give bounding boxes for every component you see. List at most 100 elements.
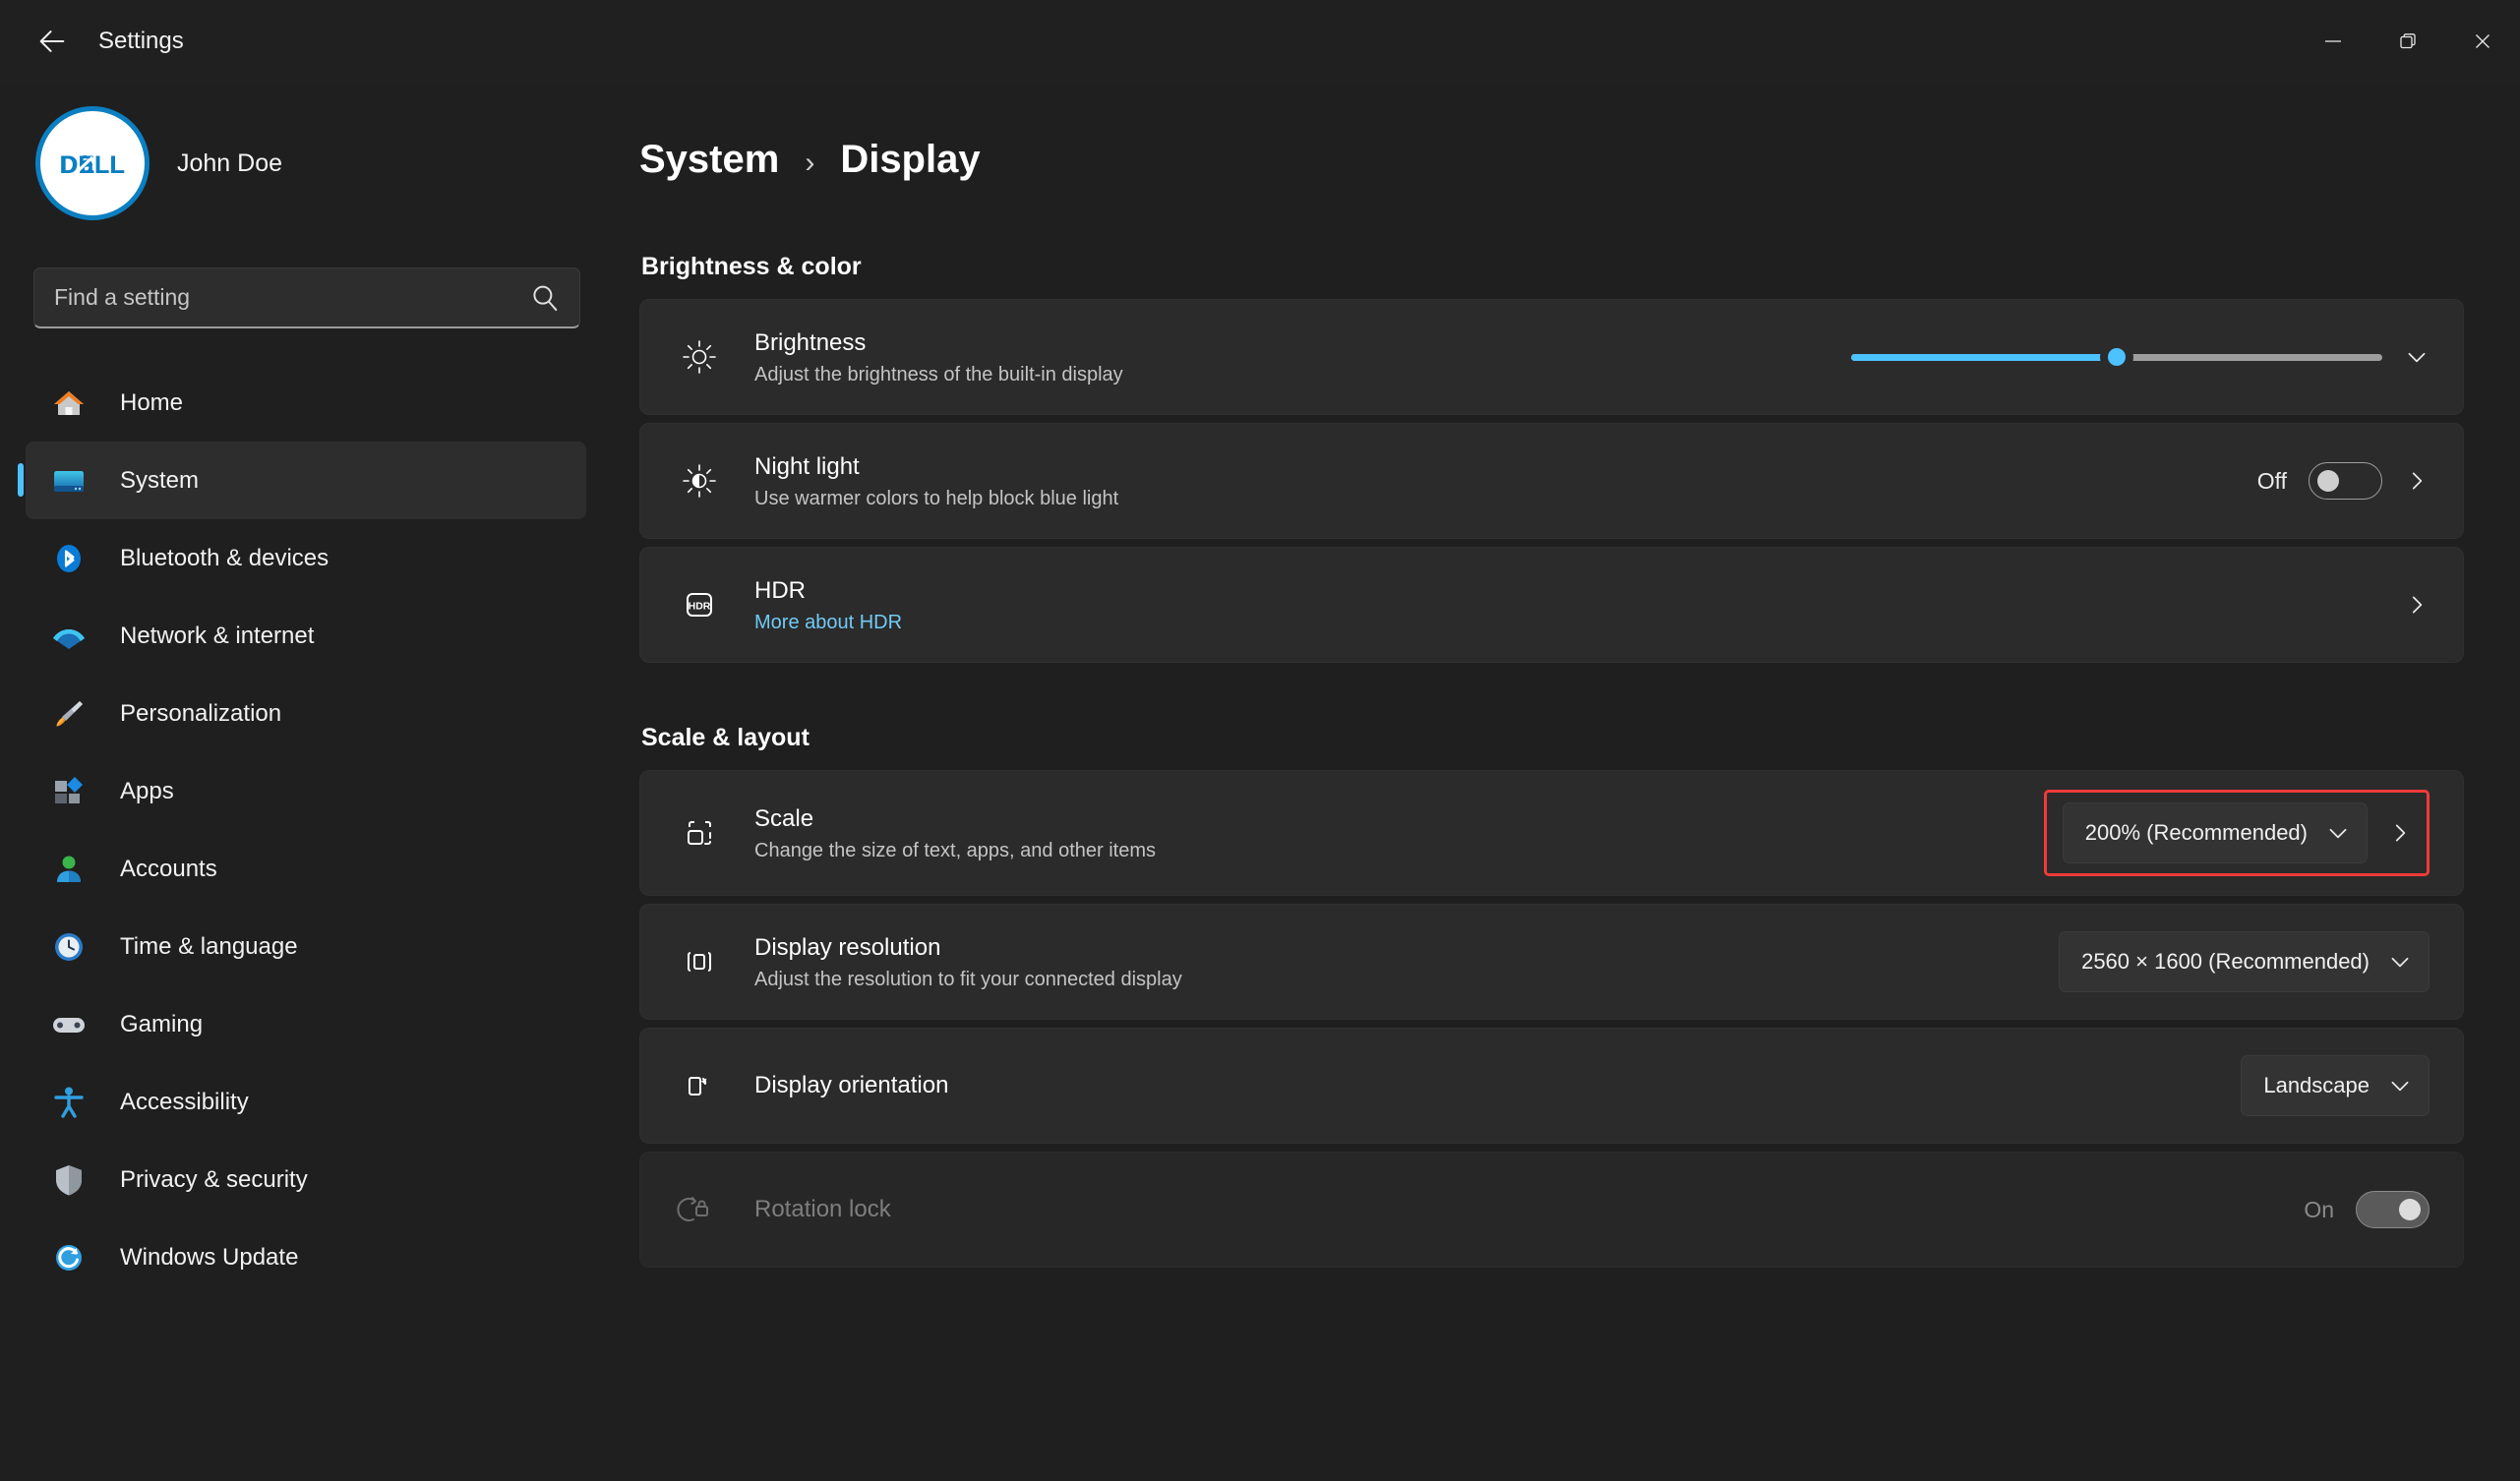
- slider-fill: [1851, 353, 2117, 361]
- hdr-title: HDR: [754, 576, 806, 604]
- rotation-lock-icon: [674, 1184, 725, 1235]
- paintbrush-icon: [47, 692, 90, 736]
- wifi-icon: [47, 615, 90, 658]
- brightness-subtitle: Adjust the brightness of the built-in di…: [754, 363, 1123, 385]
- rotation-lock-row: Rotation lock On: [639, 1152, 2464, 1268]
- sidebar-item-time-language[interactable]: Time & language: [26, 908, 586, 985]
- slider-thumb[interactable]: [2100, 340, 2133, 374]
- update-icon: [47, 1236, 90, 1279]
- scale-dropdown[interactable]: 200% (Recommended): [2062, 802, 2368, 863]
- gaming-icon: [47, 1003, 90, 1046]
- bluetooth-icon: [47, 537, 90, 580]
- system-icon: [47, 459, 90, 503]
- brightness-slider[interactable]: [1851, 340, 2382, 374]
- sidebar-item-personalization[interactable]: Personalization: [26, 675, 586, 752]
- title-bar: Settings: [0, 0, 2520, 83]
- scale-row[interactable]: Scale Change the size of text, apps, and…: [639, 770, 2464, 896]
- sidebar-item-label: Privacy & security: [120, 1165, 308, 1193]
- apps-icon: [47, 770, 90, 813]
- profile-name: John Doe: [177, 148, 283, 177]
- accessibility-icon: [47, 1081, 90, 1124]
- rotation-lock-toggle: [2356, 1191, 2430, 1228]
- toggle-knob: [2317, 470, 2339, 492]
- hdr-icon: HDR: [674, 579, 725, 630]
- scale-title: Scale: [754, 804, 814, 832]
- scale-value: 200% (Recommended): [2084, 820, 2308, 845]
- sidebar-item-accessibility[interactable]: Accessibility: [26, 1063, 586, 1141]
- home-icon: [47, 382, 90, 425]
- night-light-toggle[interactable]: [2309, 462, 2382, 500]
- sidebar-item-accounts[interactable]: Accounts: [26, 830, 586, 908]
- sidebar-item-label: Accessibility: [120, 1088, 249, 1115]
- brightness-sun-icon: [674, 331, 725, 383]
- svg-text:HDR: HDR: [689, 601, 711, 613]
- chevron-right-icon[interactable]: [2404, 468, 2430, 494]
- sidebar-nav: Home System Bluetooth & devices Network …: [0, 364, 612, 1296]
- sidebar-item-label: Apps: [120, 777, 174, 804]
- sidebar-item-bluetooth-devices[interactable]: Bluetooth & devices: [26, 519, 586, 597]
- svg-text:DELL: DELL: [60, 151, 124, 179]
- chevron-right-icon[interactable]: [2404, 592, 2430, 618]
- sidebar-item-gaming[interactable]: Gaming: [26, 985, 586, 1063]
- chevron-down-icon[interactable]: [2387, 949, 2413, 975]
- search-icon: [533, 285, 558, 311]
- scale-icon: [674, 807, 725, 859]
- chevron-down-icon[interactable]: [2404, 344, 2430, 370]
- sidebar-item-apps[interactable]: Apps: [26, 752, 586, 830]
- display-orientation-title: Display orientation: [754, 1072, 949, 1098]
- display-resolution-icon: [674, 936, 725, 987]
- sidebar-item-label: Bluetooth & devices: [120, 544, 330, 571]
- restore-button[interactable]: [2370, 0, 2445, 83]
- search-input[interactable]: [54, 284, 528, 311]
- minimize-button[interactable]: [2296, 0, 2370, 83]
- shield-icon: [47, 1158, 90, 1202]
- sidebar-item-network-internet[interactable]: Network & internet: [26, 597, 586, 675]
- window-controls: [2296, 0, 2520, 83]
- sidebar-item-privacy-security[interactable]: Privacy & security: [26, 1141, 586, 1218]
- night-light-title: Night light: [754, 452, 860, 480]
- display-resolution-subtitle: Adjust the resolution to fit your connec…: [754, 968, 1182, 990]
- user-profile[interactable]: D àLL DELL John Doe: [0, 92, 612, 220]
- sidebar-item-label: Accounts: [120, 855, 217, 882]
- chevron-down-icon[interactable]: [2387, 1073, 2413, 1098]
- main-content: System › Display Brightness & color Brig…: [612, 83, 2520, 1481]
- sidebar-item-windows-update[interactable]: Windows Update: [26, 1218, 586, 1296]
- display-resolution-value: 2560 × 1600 (Recommended): [2081, 949, 2370, 974]
- night-light-state: Off: [2256, 467, 2287, 494]
- brightness-title: Brightness: [754, 328, 867, 356]
- close-icon: [2476, 34, 2490, 48]
- display-orientation-dropdown[interactable]: Landscape: [2241, 1055, 2430, 1116]
- brightness-row[interactable]: Brightness Adjust the brightness of the …: [639, 299, 2464, 415]
- sidebar-item-label: Home: [120, 388, 184, 416]
- night-light-subtitle: Use warmer colors to help block blue lig…: [754, 487, 1119, 509]
- close-button[interactable]: [2445, 0, 2520, 83]
- back-button[interactable]: [18, 12, 87, 71]
- search-box[interactable]: [33, 267, 580, 328]
- night-light-icon: [674, 455, 725, 506]
- sidebar-item-system[interactable]: System: [18, 442, 586, 519]
- display-resolution-title: Display resolution: [754, 933, 941, 961]
- breadcrumb: System › Display: [639, 138, 2461, 182]
- display-orientation-value: Landscape: [2263, 1073, 2370, 1097]
- slider-thumb-dot: [2108, 348, 2126, 366]
- page-title: Display: [840, 138, 981, 181]
- display-orientation-row[interactable]: Display orientation Landscape: [639, 1028, 2464, 1144]
- breadcrumb-separator: ›: [805, 147, 815, 179]
- dell-logo-icon: D àLL DELL: [47, 118, 138, 208]
- breadcrumb-root[interactable]: System: [639, 138, 779, 182]
- display-resolution-row[interactable]: Display resolution Adjust the resolution…: [639, 904, 2464, 1020]
- display-resolution-dropdown[interactable]: 2560 × 1600 (Recommended): [2059, 931, 2430, 992]
- chevron-right-icon[interactable]: [2387, 820, 2413, 846]
- night-light-row[interactable]: Night light Use warmer colors to help bl…: [639, 423, 2464, 539]
- hdr-row[interactable]: HDR HDR More about HDR: [639, 547, 2464, 663]
- chevron-down-icon[interactable]: [2325, 820, 2351, 846]
- hdr-learn-more-link[interactable]: More about HDR: [754, 612, 2404, 634]
- section-heading-brightness-color: Brightness & color: [641, 253, 862, 280]
- scale-highlight-box: 200% (Recommended): [2043, 790, 2430, 876]
- sidebar-item-home[interactable]: Home: [26, 364, 586, 442]
- display-orientation-icon: [674, 1060, 725, 1111]
- scale-subtitle: Change the size of text, apps, and other…: [754, 839, 1157, 861]
- minimize-icon: [2325, 40, 2341, 42]
- avatar: D àLL DELL: [35, 106, 150, 220]
- sidebar: D àLL DELL John Doe Find a setting Home …: [0, 83, 612, 1481]
